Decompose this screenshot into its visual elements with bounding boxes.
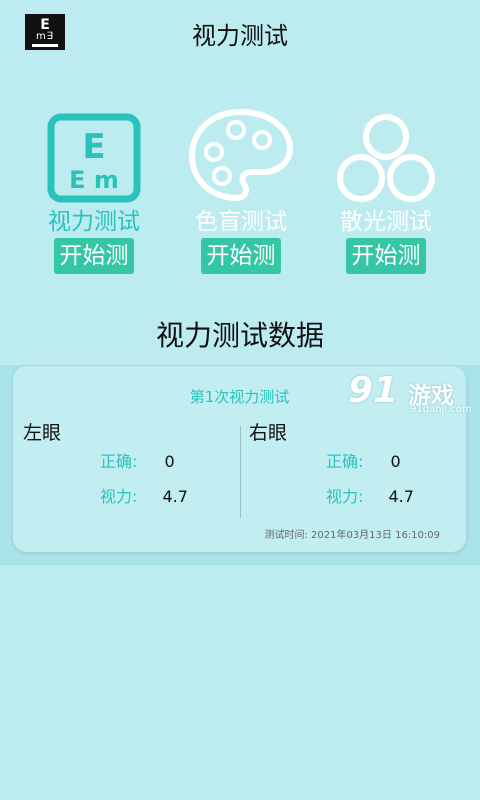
palette-icon: [188, 108, 294, 202]
tool-colorblind-test[interactable]: 色盲测试 开始测: [171, 108, 311, 274]
right-vision-label: 视力:: [326, 487, 364, 506]
right-correct-label: 正确:: [326, 452, 364, 471]
tool-astigmatism-test[interactable]: 散光测试 开始测: [316, 112, 456, 274]
right-eye-title: 右眼: [249, 422, 288, 444]
left-vision-label: 视力:: [100, 487, 138, 506]
watermark-logo: 91 游戏 91danji.com: [348, 372, 476, 418]
left-correct-row: 正确: 0: [100, 448, 175, 472]
tool-astigmatism-label: 散光测试: [340, 209, 432, 235]
circles-icon: [337, 114, 435, 202]
page-title: 视力测试: [192, 22, 288, 50]
left-vision-value: 4.7: [162, 487, 188, 506]
left-correct-value: 0: [164, 452, 175, 471]
svg-text:E: E: [82, 127, 105, 167]
right-vision-value: 4.7: [388, 487, 414, 506]
vision-start-button[interactable]: 开始测: [54, 238, 134, 274]
right-correct-value: 0: [390, 452, 401, 471]
tool-vision-label: 视力测试: [48, 209, 140, 235]
left-eye-panel: 左眼: [23, 418, 61, 445]
watermark-url: 91danji.com: [410, 404, 472, 415]
colorblind-start-button[interactable]: 开始测: [201, 238, 281, 274]
record-timestamp: 测试时间: 2021年03月13日 16:10:09: [264, 530, 440, 541]
eye-divider: [240, 426, 241, 518]
tool-colorblind-label: 色盲测试: [195, 209, 287, 235]
svg-text:E m: E m: [69, 166, 119, 194]
watermark-brand: 91: [348, 370, 399, 411]
eye-chart-icon: E E m: [47, 113, 141, 203]
left-eye-title: 左眼: [23, 422, 62, 444]
left-vision-row: 视力: 4.7: [100, 483, 188, 507]
left-correct-label: 正确:: [100, 452, 138, 471]
right-eye-panel: 右眼: [249, 418, 287, 445]
right-correct-row: 正确: 0: [326, 448, 401, 472]
right-vision-row: 视力: 4.7: [326, 483, 414, 507]
tool-vision-test[interactable]: E E m 视力测试 开始测: [24, 112, 164, 274]
astigmatism-start-button[interactable]: 开始测: [346, 238, 426, 274]
section-title: 视力测试数据: [155, 319, 324, 352]
